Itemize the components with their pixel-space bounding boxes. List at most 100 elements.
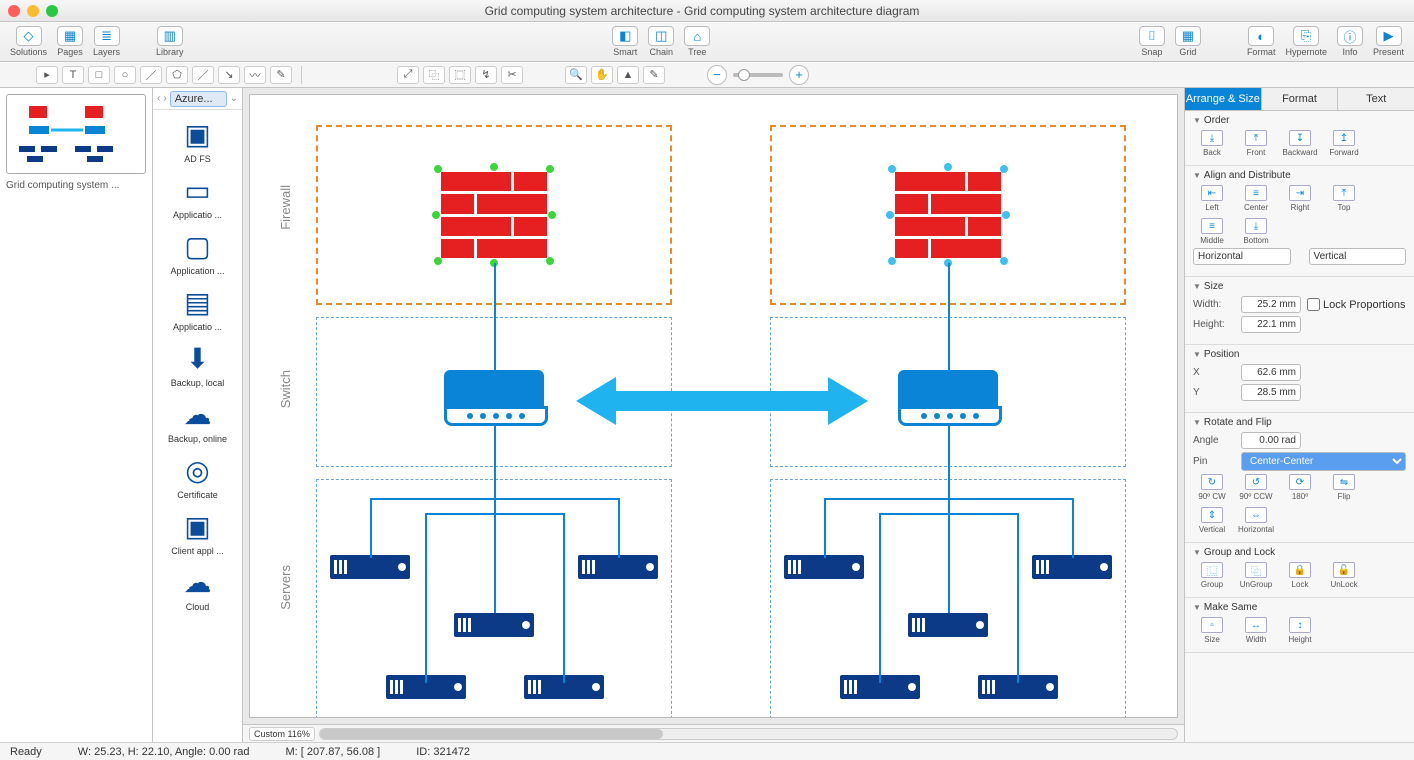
subtool-button[interactable]: ▸ (36, 66, 58, 84)
toolbar-snap-button[interactable]: ⌷Snap (1135, 24, 1169, 59)
library-item[interactable]: ▣Client appl ... (155, 506, 240, 556)
subtool-button[interactable]: ⬠ (166, 66, 188, 84)
lock-proportions[interactable]: Lock Proportions (1307, 298, 1406, 311)
zoom-slider[interactable] (733, 73, 783, 77)
distribute-vertical[interactable]: Vertical (1309, 248, 1407, 265)
bottom-button[interactable]: ⤓Bottom (1237, 218, 1275, 245)
library-item[interactable]: ▣AD FS (155, 114, 240, 164)
subtool-button[interactable]: ↘ (218, 66, 240, 84)
width-button[interactable]: ↔Width (1237, 617, 1275, 644)
toolbar-pages-button[interactable]: ▦Pages (53, 24, 87, 59)
firewall-shape-left[interactable] (438, 169, 550, 261)
firewall-shape-right[interactable] (892, 169, 1004, 261)
subtool-button[interactable]: ⿴ (449, 66, 471, 84)
height-button[interactable]: ↕Height (1281, 617, 1319, 644)
flip-button[interactable]: ⇋Flip (1325, 474, 1363, 501)
library-item[interactable]: ☁Cloud (155, 562, 240, 612)
lock-button[interactable]: 🔒Lock (1281, 562, 1319, 589)
y-field[interactable] (1241, 384, 1301, 401)
90º-ccw-button[interactable]: ↺90º CCW (1237, 474, 1275, 501)
section-align[interactable]: Align and Distribute (1193, 170, 1406, 181)
horizontal-button[interactable]: ⇔Horizontal (1237, 507, 1275, 534)
subtool-button[interactable]: ✋ (591, 66, 613, 84)
angle-field[interactable] (1241, 432, 1301, 449)
unlock-button[interactable]: 🔓UnLock (1325, 562, 1363, 589)
height-field[interactable] (1241, 316, 1301, 333)
center-button[interactable]: ≡Center (1237, 185, 1275, 212)
section-order[interactable]: Order (1193, 115, 1406, 126)
subtool-button[interactable]: ／ (192, 66, 214, 84)
toolbar-format-button[interactable]: ◐Format (1243, 24, 1280, 59)
tab-format[interactable]: Format (1262, 88, 1339, 110)
section-size[interactable]: Size (1193, 281, 1406, 292)
section-rotate[interactable]: Rotate and Flip (1193, 417, 1406, 428)
width-field[interactable] (1241, 296, 1301, 313)
section-group[interactable]: Group and Lock (1193, 547, 1406, 558)
section-same[interactable]: Make Same (1193, 602, 1406, 613)
server-shape[interactable] (330, 555, 410, 579)
subtool-button[interactable]: ⤢ (397, 66, 419, 84)
toolbar-tree-button[interactable]: ⌂Tree (680, 24, 714, 59)
subtool-button[interactable]: ✂ (501, 66, 523, 84)
pin-select[interactable]: Center-Center (1241, 452, 1406, 471)
maximize-traffic-light[interactable] (46, 5, 58, 17)
library-item[interactable]: ▭Applicatio ... (155, 170, 240, 220)
toolbar-present-button[interactable]: ▶Present (1369, 24, 1408, 59)
switch-shape-left[interactable] (444, 370, 548, 426)
lib-dropdown-icon[interactable]: ⌄ (230, 93, 238, 104)
90º-cw-button[interactable]: ↻90º CW (1193, 474, 1231, 501)
forward-button[interactable]: ↥Forward (1325, 130, 1363, 157)
bidirectional-arrow[interactable] (576, 373, 868, 429)
minimize-traffic-light[interactable] (27, 5, 39, 17)
tab-text[interactable]: Text (1338, 88, 1414, 110)
subtool-button[interactable]: ↯ (475, 66, 497, 84)
toolbar-chain-button[interactable]: ◫Chain (644, 24, 678, 59)
zoom-out-button[interactable]: − (707, 65, 727, 85)
vertical-button[interactable]: ⇕Vertical (1193, 507, 1231, 534)
toolbar-grid-button[interactable]: ▦Grid (1171, 24, 1205, 59)
subtool-button[interactable]: □ (88, 66, 110, 84)
library-item[interactable]: ⬇Backup, local (155, 338, 240, 388)
subtool-button[interactable]: ○ (114, 66, 136, 84)
size-button[interactable]: ▫Size (1193, 617, 1231, 644)
library-name[interactable]: Azure... (170, 91, 227, 107)
section-position[interactable]: Position (1193, 349, 1406, 360)
server-shape[interactable] (908, 613, 988, 637)
lib-fwd-icon[interactable]: › (163, 93, 166, 104)
page-thumbnail[interactable] (6, 94, 146, 174)
ungroup-button[interactable]: ⿻UnGroup (1237, 562, 1275, 589)
left-button[interactable]: ⇤Left (1193, 185, 1231, 212)
server-shape[interactable] (578, 555, 658, 579)
subtool-button[interactable]: ▲ (617, 66, 639, 84)
zoom-in-button[interactable]: + (789, 65, 809, 85)
close-traffic-light[interactable] (8, 5, 20, 17)
subtool-button[interactable]: ／ (140, 66, 162, 84)
server-shape[interactable] (1032, 555, 1112, 579)
toolbar-library-button[interactable]: ▥Library (152, 24, 188, 59)
toolbar-info-button[interactable]: ⓘInfo (1333, 24, 1367, 59)
server-shape[interactable] (784, 555, 864, 579)
back-button[interactable]: ⤓Back (1193, 130, 1231, 157)
subtool-button[interactable]: T (62, 66, 84, 84)
subtool-button[interactable]: 🔍 (565, 66, 587, 84)
lib-back-icon[interactable]: ‹ (157, 93, 160, 104)
tab-arrange-size[interactable]: Arrange & Size (1185, 88, 1262, 110)
distribute-horizontal[interactable]: Horizontal (1193, 248, 1291, 265)
subtool-button[interactable]: ✎ (270, 66, 292, 84)
subtool-button[interactable]: 〰 (244, 66, 266, 84)
middle-button[interactable]: ≡Middle (1193, 218, 1231, 245)
subtool-button[interactable]: ⿻ (423, 66, 445, 84)
top-button[interactable]: ⤒Top (1325, 185, 1363, 212)
library-item[interactable]: ☁Backup, online (155, 394, 240, 444)
group-button[interactable]: ⿺Group (1193, 562, 1231, 589)
backward-button[interactable]: ↧Backward (1281, 130, 1319, 157)
server-shape[interactable] (454, 613, 534, 637)
library-item[interactable]: ▢Application ... (155, 226, 240, 276)
toolbar-smart-button[interactable]: ◧Smart (608, 24, 642, 59)
toolbar-solutions-button[interactable]: ◇Solutions (6, 24, 51, 59)
library-item[interactable]: ◎Certificate (155, 450, 240, 500)
horizontal-scrollbar[interactable] (319, 728, 1178, 740)
front-button[interactable]: ⤒Front (1237, 130, 1275, 157)
x-field[interactable] (1241, 364, 1301, 381)
switch-shape-right[interactable] (898, 370, 1002, 426)
